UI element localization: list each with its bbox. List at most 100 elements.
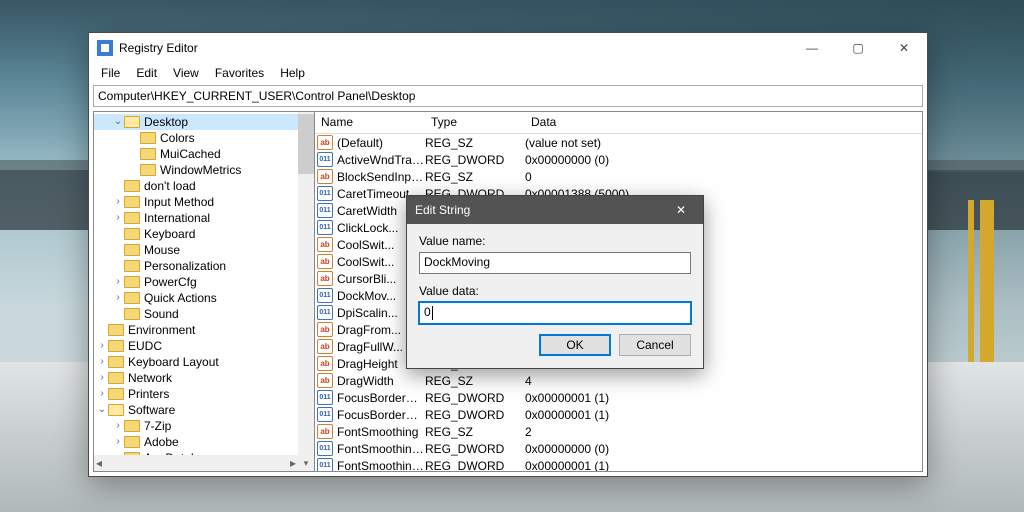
tree-item-label: PowerCfg (144, 275, 197, 289)
dialog-title: Edit String (415, 203, 470, 217)
tree-item[interactable]: ›MuiCached (94, 146, 314, 162)
tree-item[interactable]: › EUDC (94, 338, 314, 354)
maximize-button[interactable]: ▢ (835, 33, 881, 63)
dialog-buttons: OK Cancel (419, 334, 691, 356)
value-name-input[interactable]: DockMoving (419, 252, 691, 274)
list-row[interactable]: FocusBorderHei...REG_DWORD0x00000001 (1) (315, 389, 922, 406)
title-bar[interactable]: Registry Editor — ▢ ✕ (89, 33, 927, 63)
chevron-right-icon[interactable]: › (112, 421, 124, 431)
string-value-icon (317, 271, 333, 286)
tree-scrollbar[interactable] (298, 112, 314, 455)
value-data: 0x00000001 (1) (525, 408, 922, 422)
chevron-down-icon[interactable]: ⌄ (96, 405, 108, 415)
tree-item[interactable]: ›Input Method (94, 194, 314, 210)
value-data: 0x00000000 (0) (525, 153, 922, 167)
dialog-title-bar[interactable]: Edit String ✕ (407, 196, 703, 224)
chevron-down-icon[interactable]: ⌄ (112, 117, 124, 127)
list-row[interactable]: ActiveWndTrack...REG_DWORD0x00000000 (0) (315, 151, 922, 168)
value-type: REG_SZ (425, 425, 525, 439)
close-button[interactable]: ✕ (881, 33, 927, 63)
tree-item[interactable]: ›Quick Actions (94, 290, 314, 306)
value-type: REG_SZ (425, 170, 525, 184)
dialog-close-button[interactable]: ✕ (659, 196, 703, 224)
tree-item[interactable]: ›don't load (94, 178, 314, 194)
tree-item-label: don't load (144, 179, 196, 193)
tree-item-label: 7-Zip (144, 419, 171, 433)
value-name: ActiveWndTrack... (337, 153, 425, 167)
tree-item[interactable]: ›Environment (94, 322, 314, 338)
chevron-right-icon[interactable]: › (112, 213, 124, 223)
tree-item[interactable]: ›Mouse (94, 242, 314, 258)
folder-icon (124, 116, 140, 128)
value-type: REG_SZ (425, 374, 525, 388)
tree-item[interactable]: ›Personalization (94, 258, 314, 274)
scroll-down-icon[interactable]: ▾ (298, 455, 314, 471)
address-text: Computer\HKEY_CURRENT_USER\Control Panel… (98, 89, 415, 103)
value-data-input[interactable]: 0 (419, 302, 691, 324)
value-type: REG_DWORD (425, 153, 525, 167)
tree-item-label: Keyboard Layout (128, 355, 219, 369)
chevron-right-icon[interactable]: › (96, 341, 108, 351)
chevron-right-icon[interactable]: › (96, 357, 108, 367)
list-row[interactable]: (Default)REG_SZ(value not set) (315, 134, 922, 151)
tree-item[interactable]: ›Printers (94, 386, 314, 402)
ok-button[interactable]: OK (539, 334, 611, 356)
address-bar[interactable]: Computer\HKEY_CURRENT_USER\Control Panel… (93, 85, 923, 107)
chevron-right-icon[interactable]: › (96, 373, 108, 383)
col-name[interactable]: Name (315, 112, 425, 133)
tree-item[interactable]: ›Keyboard (94, 226, 314, 242)
list-row[interactable]: BlockSendInput...REG_SZ0 (315, 168, 922, 185)
tree-pane[interactable]: ⌄Desktop›Colors›MuiCached›WindowMetrics›… (93, 111, 315, 472)
value-type: REG_DWORD (425, 442, 525, 456)
folder-icon (108, 356, 124, 368)
chevron-right-icon[interactable]: › (112, 437, 124, 447)
menu-bar: File Edit View Favorites Help (89, 63, 927, 83)
list-row[interactable]: FontSmoothing...REG_DWORD0x00000001 (1) (315, 457, 922, 471)
chevron-right-icon[interactable]: › (112, 197, 124, 207)
list-row[interactable]: FontSmoothing...REG_DWORD0x00000000 (0) (315, 440, 922, 457)
minimize-button[interactable]: — (789, 33, 835, 63)
chevron-right-icon[interactable]: › (112, 293, 124, 303)
list-row[interactable]: FocusBorderWid...REG_DWORD0x00000001 (1) (315, 406, 922, 423)
value-name: FocusBorderHei... (337, 391, 425, 405)
tree-item[interactable]: ›International (94, 210, 314, 226)
value-name: FontSmoothing (337, 425, 425, 439)
tree-item[interactable]: ›Sound (94, 306, 314, 322)
tree-item[interactable]: › 7-Zip (94, 418, 314, 434)
tree-item-label: Adobe (144, 435, 179, 449)
menu-file[interactable]: File (93, 64, 128, 82)
tree-item[interactable]: › Keyboard Layout (94, 354, 314, 370)
tree-item[interactable]: ›Colors (94, 130, 314, 146)
folder-icon (124, 436, 140, 448)
value-type: REG_DWORD (425, 459, 525, 472)
tree-item[interactable]: ⌄ Software (94, 402, 314, 418)
tree-item[interactable]: › Network (94, 370, 314, 386)
tree-item[interactable]: › PowerCfg (94, 274, 314, 290)
tree-item[interactable]: ›WindowMetrics (94, 162, 314, 178)
binary-value-icon (317, 458, 333, 471)
tree-item-label: Sound (144, 307, 179, 321)
value-name: (Default) (337, 136, 425, 150)
tree-item-label: Desktop (144, 115, 188, 129)
tree-hscroll[interactable]: ◂▸ (94, 455, 298, 471)
chevron-right-icon[interactable]: › (112, 277, 124, 287)
col-data[interactable]: Data (525, 112, 922, 133)
list-row[interactable]: FontSmoothingREG_SZ2 (315, 423, 922, 440)
menu-edit[interactable]: Edit (128, 64, 165, 82)
tree-item[interactable]: › Adobe (94, 434, 314, 450)
list-row[interactable]: DragWidthREG_SZ4 (315, 372, 922, 389)
menu-view[interactable]: View (165, 64, 207, 82)
cancel-button[interactable]: Cancel (619, 334, 691, 356)
folder-icon (124, 196, 140, 208)
value-type: REG_DWORD (425, 391, 525, 405)
tree-item-label: Software (128, 403, 175, 417)
chevron-right-icon[interactable]: › (96, 389, 108, 399)
tree-item[interactable]: ⌄ Desktop (94, 114, 314, 130)
col-type[interactable]: Type (425, 112, 525, 133)
menu-help[interactable]: Help (272, 64, 313, 82)
tree-item-label: EUDC (128, 339, 162, 353)
menu-favorites[interactable]: Favorites (207, 64, 272, 82)
tree-item-label: Network (128, 371, 172, 385)
scroll-thumb[interactable] (298, 114, 314, 174)
tree-item-label: Keyboard (144, 227, 195, 241)
